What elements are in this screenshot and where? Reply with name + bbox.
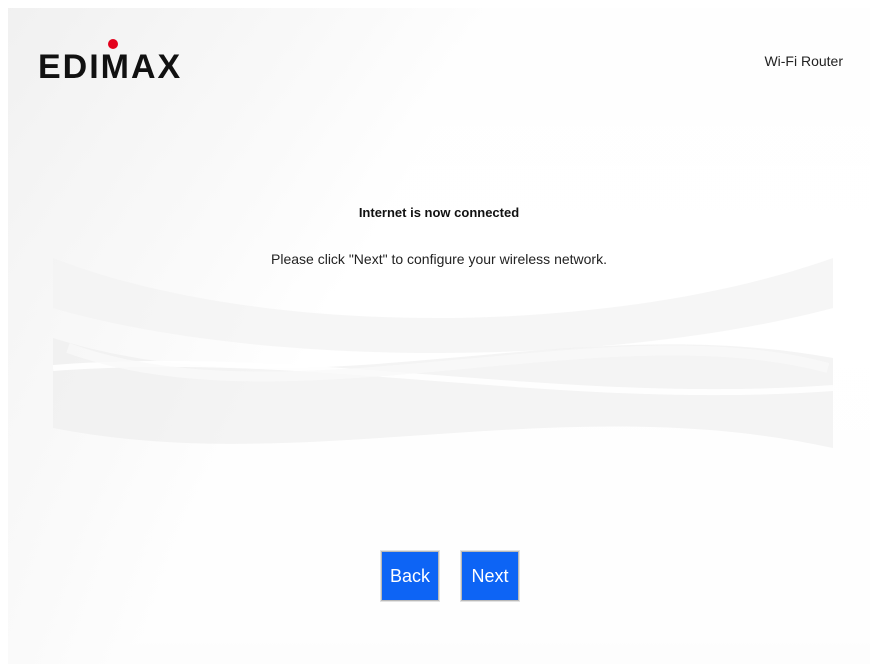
- product-name: Wi-Fi Router: [764, 53, 843, 69]
- edimax-logo: EDIMAX: [38, 38, 213, 86]
- instruction-message: Please click "Next" to configure your wi…: [271, 251, 607, 267]
- background-waves: [52, 258, 834, 448]
- setup-wizard-page: EDIMAX Wi-Fi Router Internet is now conn…: [8, 8, 870, 664]
- svg-text:EDIMAX: EDIMAX: [38, 48, 182, 80]
- back-button[interactable]: Back: [381, 551, 439, 601]
- status-headline: Internet is now connected: [358, 205, 520, 220]
- next-button[interactable]: Next: [461, 551, 519, 601]
